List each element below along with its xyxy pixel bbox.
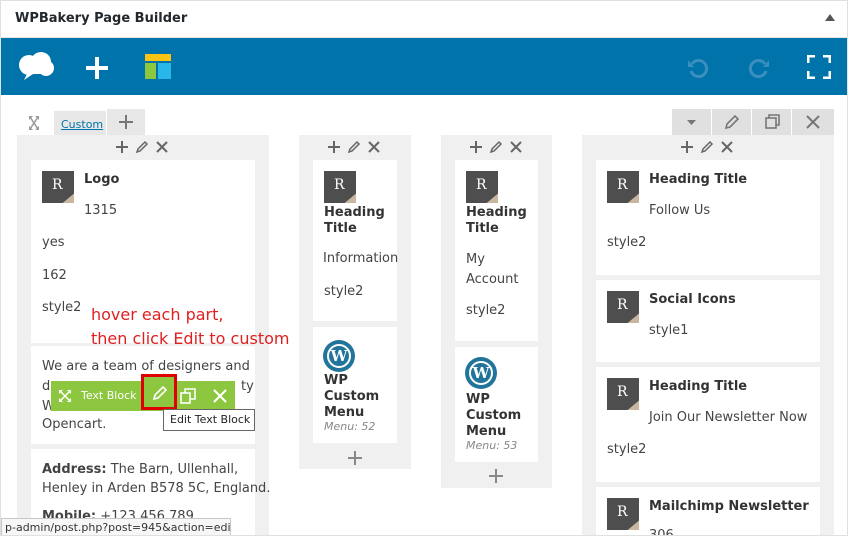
element-title: Heading Title [324,205,385,236]
element-param: style2 [324,284,364,299]
delete-icon[interactable] [212,388,228,404]
element-wp-custom-menu[interactable]: W WP Custom Menu Menu: 53 [455,347,538,462]
undo-icon[interactable] [687,58,709,78]
element-thumbnail-icon: R [466,171,498,203]
element-title: WP Custom Menu [324,373,380,420]
element-thumbnail-icon: R [324,171,356,203]
panel-header: WPBakery Page Builder [1,1,847,38]
builder-navbar [1,38,847,95]
element-title: Heading Title [466,205,527,236]
row-delete-button[interactable] [792,109,834,135]
column-4: R Heading Title Follow Us style2 R Socia… [582,135,834,536]
panel-title: WPBakery Page Builder [15,11,188,26]
address-value: The Barn, Ullenhall, [110,462,239,477]
element-param: style2 [607,235,647,250]
element-param: 1315 [84,203,118,218]
annotation-line-1: hover each part, [91,305,224,324]
element-heading-title[interactable]: R Heading Title Follow Us style2 [596,160,820,275]
element-param: 306 [649,528,674,536]
row-dropdown-button[interactable] [672,109,711,135]
element-param: style2 [607,442,647,457]
cloud-icon[interactable] [17,52,55,80]
address-line: Henley in Arden B578 5C, England. [42,481,271,496]
wordpress-icon: W [465,357,497,389]
element-title: Mailchimp Newsletter [649,499,809,514]
address-label: Address: [42,462,107,477]
element-param: yes [42,235,65,250]
text-line: Opencart. [42,417,107,432]
address-line: Address: The Barn, Ullenhall, [42,461,238,478]
text-line: We are a team of designers and [42,359,250,374]
row-edit-button[interactable] [712,109,751,135]
element-social-icons[interactable]: R Social Icons style1 [596,280,820,362]
plus-icon[interactable] [85,56,109,80]
column-3: R Heading Title My Account style2 W WP C… [441,135,552,488]
column-controls [327,139,387,159]
add-tab-button[interactable] [107,109,145,135]
element-type-label: Text Block [81,389,137,402]
add-element-icon[interactable] [345,448,365,468]
column-controls [680,139,740,159]
element-param: Information [323,251,399,266]
pencil-icon [152,385,168,401]
column-controls [115,139,175,159]
wordpress-icon: W [323,340,355,372]
edit-text-block-button[interactable] [141,374,177,410]
element-thumbnail-icon: R [42,171,74,203]
status-bar-url: p-admin/post.php?post=945&action=edit# [1,518,231,535]
add-element-icon[interactable] [486,466,506,486]
element-param: style2 [466,303,506,318]
element-heading-title[interactable]: R Heading Title Information style2 [313,160,399,321]
element-param: style2 [42,300,82,315]
element-title: WP Custom Menu [466,392,522,439]
element-title: Logo [84,172,120,187]
layout-icon[interactable] [145,54,173,80]
element-heading-title[interactable]: R Heading Title My Account style2 [455,160,538,341]
element-meta: Menu: 53 [466,439,518,452]
row-move-icon[interactable] [19,113,49,133]
text-line: d [42,379,51,394]
element-param: 162 [42,268,67,283]
move-icon[interactable] [58,389,72,403]
element-param: Follow Us [649,203,711,218]
element-param: My Account [466,252,519,287]
fullscreen-icon[interactable] [807,55,831,79]
text-line: ty [241,379,254,394]
column-2: R Heading Title Information style2 W WP … [299,135,411,469]
row-clone-button[interactable] [752,109,791,135]
element-meta: Menu: 52 [324,420,376,433]
element-wp-custom-menu[interactable]: W WP Custom Menu Menu: 52 [313,327,397,443]
edit-tooltip: Edit Text Block [163,409,255,431]
element-thumbnail-icon: R [607,498,639,530]
element-title: Social Icons [649,292,736,307]
collapse-arrow-icon[interactable] [825,14,835,21]
element-thumbnail-icon: R [607,291,639,323]
annotation-line-2: then click Edit to custom [91,329,290,348]
clone-icon[interactable] [180,388,196,404]
element-thumbnail-icon: R [607,378,639,410]
page-builder-panel: WPBakery Page Builder Custom R Logo 1315… [0,0,848,536]
element-title: Heading Title [649,172,748,187]
redo-icon[interactable] [748,58,770,78]
element-param: Join Our Newsletter Now [649,410,808,425]
element-mailchimp-newsletter[interactable]: R Mailchimp Newsletter 306 [596,487,820,536]
tab-custom[interactable]: Custom [54,111,106,135]
element-title: Heading Title [649,379,748,394]
element-thumbnail-icon: R [607,171,639,203]
element-heading-title[interactable]: R Heading Title Join Our Newsletter Now … [596,367,820,482]
column-controls [469,139,529,159]
element-param: style1 [649,323,689,338]
